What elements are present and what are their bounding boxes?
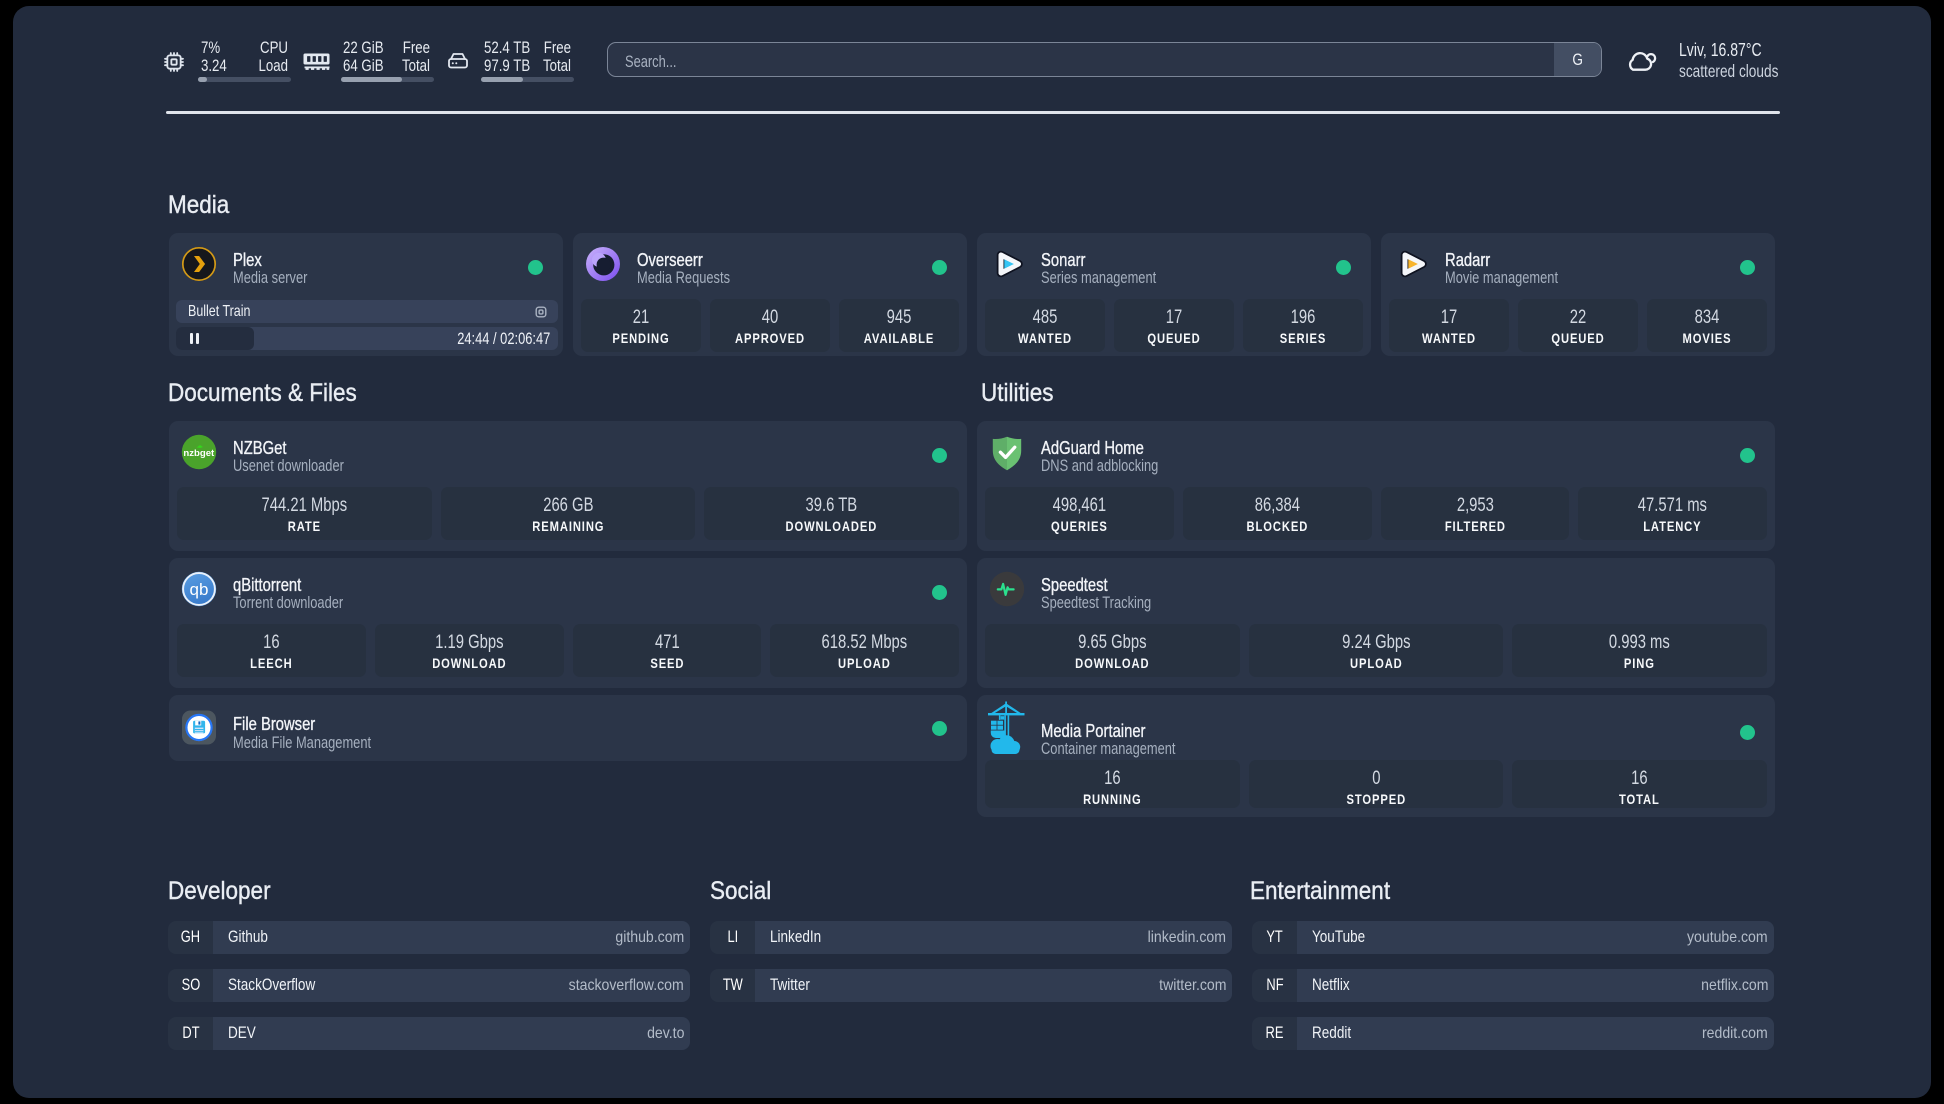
svg-text:nzbget: nzbget bbox=[183, 448, 215, 459]
svg-text:qb: qb bbox=[190, 580, 209, 599]
